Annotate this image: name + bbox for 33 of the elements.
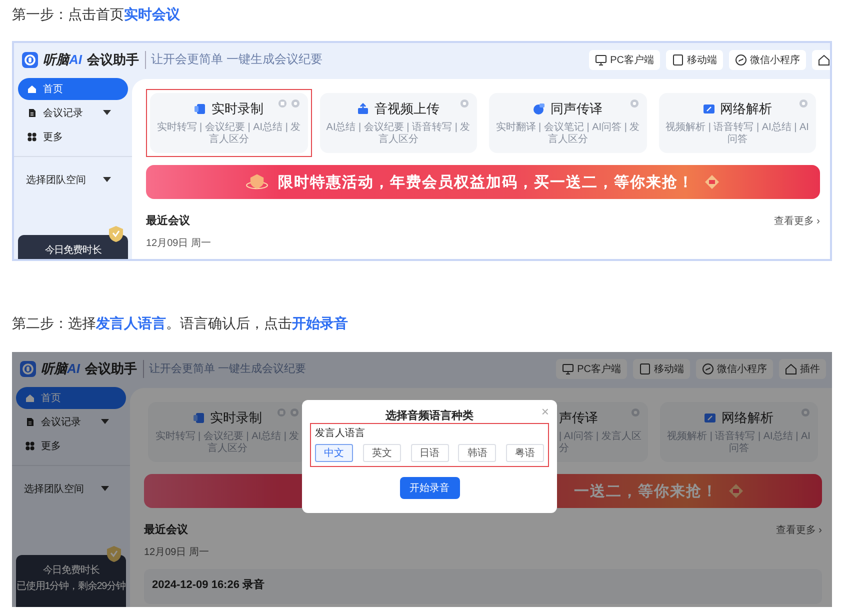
free-time-text: 今日免费时长 (44, 244, 102, 257)
card-features: 实时转写 | 会议纪要 | AI总结 | 发言人区分 (154, 431, 300, 455)
date-label: 12月09日 周一 (146, 237, 212, 250)
product-name: 会议助手 (85, 360, 144, 378)
product-name: 会议助手 (87, 50, 146, 68)
card-title: 音视频上传 (374, 100, 440, 118)
field-label: 发言人语言 (315, 426, 365, 440)
card-title: 网络解析 (721, 409, 774, 427)
brand-name: 听脑AI (41, 360, 80, 378)
date-label: 12月09日 周一 (144, 546, 210, 559)
dialog-title: 选择音频语言种类 (386, 408, 474, 423)
slogan: 让开会更简单 一键生成会议纪要 (149, 362, 306, 376)
banner-text: 限时特惠活动，年费会员权益加码，买一送二，等你来抢！ (278, 172, 694, 192)
card-features: 视频解析 | 语音转写 | AI总结 | AI问答 (666, 431, 812, 455)
card-features: 实时转写 | 会议纪要 | AI总结 | 发言人区分 (156, 122, 302, 146)
card-title: 实时录制 (210, 409, 262, 427)
free-time-text: 今日免费时长 (42, 564, 100, 577)
step-instruction: 第一步：点击首页实时会议 (11, 5, 181, 24)
card-features: AI总结 | 会议纪要 | 语音转写 | 发言人区分 (326, 122, 471, 146)
card-title: 声传译 (559, 409, 598, 427)
card-title: 网络解析 (720, 100, 772, 118)
step-instruction: 第二步：选择发言人语言。语言确认后，点击开始录音 (11, 314, 349, 333)
section-title: 最近会议 (146, 214, 190, 228)
card-title: 实时录制 (211, 100, 264, 118)
card-features: | AI问答 | 发言人区分 (559, 431, 642, 455)
card-title: 同声传译 (550, 100, 602, 118)
card-features: 视频解析 | 语音转写 | AI总结 | AI问答 (664, 122, 810, 146)
banner-text: 一送二，等你来抢！ (574, 482, 718, 500)
slogan: 让开会更简单 一键生成会议纪要 (151, 51, 322, 68)
section-title: 最近会议 (144, 522, 188, 537)
free-time-text: 已使用1分钟，剩余29分钟 (16, 580, 126, 593)
card-features: 实时翻译 | 会议笔记 | AI问答 | 发言人区分 (495, 122, 640, 146)
brand-name: 听脑AI (43, 50, 82, 68)
